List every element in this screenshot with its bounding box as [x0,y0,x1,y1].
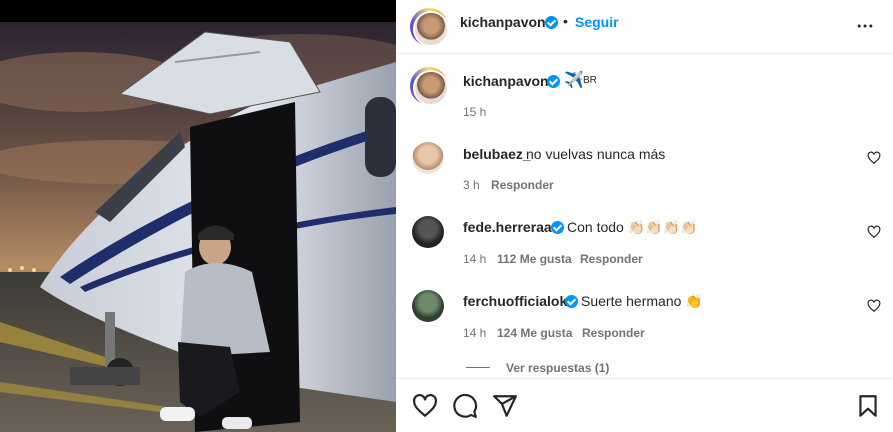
comment-time[interactable]: 3 h [463,178,480,192]
verified-badge-icon [545,16,558,29]
header-separator: • [563,13,568,29]
comment-avatar[interactable] [412,216,444,248]
post-header: kichanpavon • Seguir [396,0,893,54]
more-horizontal-icon[interactable] [855,16,875,36]
comment-like-heart-icon[interactable] [867,299,881,313]
caption-text: BR [583,75,597,86]
caption-username[interactable]: kichanpavon [463,73,549,89]
comment-like-heart-icon[interactable] [867,225,881,239]
bookmark-icon[interactable] [855,393,881,419]
airplane-emoji: ✈️ [564,70,584,89]
comment-text: Con todo 👏🏻👏🏻👏🏻👏🏻 [567,219,698,235]
comment-verified-badge-icon [565,295,578,308]
photo-top-strip [0,0,396,22]
send-icon[interactable] [492,393,518,419]
heart-icon[interactable] [412,393,438,419]
caption-author-avatar[interactable] [410,67,449,106]
comment-likes[interactable]: 112 Me gusta [497,252,572,266]
post-actions-bar [396,378,893,432]
comment-icon[interactable] [452,393,478,419]
comment-text: no vuelvas nunca más [526,146,666,162]
reply-button[interactable]: Responder [582,326,645,340]
reply-button[interactable]: Responder [491,178,554,192]
comment-username[interactable]: fede.herreraa [463,219,552,235]
author-username[interactable]: kichanpavon [460,14,546,30]
comment-avatar[interactable] [412,290,444,322]
comment-username[interactable]: ferchuofficialok [463,293,567,309]
jet-photo-illustration [0,22,396,432]
comment-username[interactable]: belubaez_ [463,146,531,162]
comment-text: Suerte hermano 👏 [581,293,703,309]
view-replies-button[interactable]: Ver respuestas (1) [506,361,609,375]
post-details-panel: kichanpavon • Seguir kichanpavon ✈️ BR 1… [396,0,893,432]
comment-avatar[interactable] [412,142,444,174]
reply-button[interactable]: Responder [580,252,643,266]
comment-verified-badge-icon [551,221,564,234]
comment-time[interactable]: 14 h [463,326,486,340]
caption-time[interactable]: 15 h [463,105,486,119]
comment-time[interactable]: 14 h [463,252,486,266]
author-avatar[interactable] [410,8,449,47]
post-photo[interactable] [0,0,396,432]
comment-likes[interactable]: 124 Me gusta [497,326,572,340]
view-replies-divider [466,367,490,368]
follow-button[interactable]: Seguir [575,14,619,30]
comment-like-heart-icon[interactable] [867,151,881,165]
caption-verified-badge-icon [547,75,560,88]
